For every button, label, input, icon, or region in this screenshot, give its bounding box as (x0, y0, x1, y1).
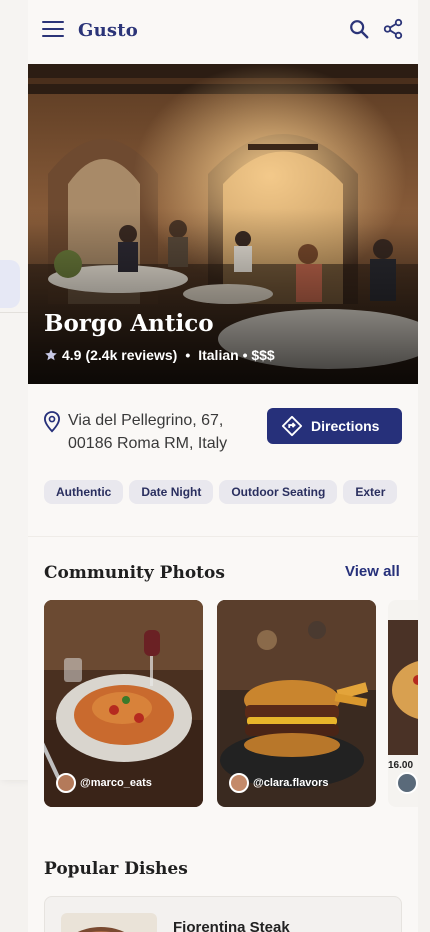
photo-author-handle: @marco_eats (80, 777, 152, 789)
share-icon[interactable] (382, 18, 404, 40)
dish-name: Fiorentina Steak (173, 919, 290, 932)
tag-chip[interactable]: Authentic (44, 480, 124, 504)
search-icon[interactable] (348, 18, 370, 40)
review-count: (2.4k reviews) (85, 347, 178, 363)
right-edge (418, 0, 430, 932)
cuisine-price: Italian • $$$ (198, 347, 275, 363)
restaurant-name: Borgo Antico (44, 310, 214, 337)
directions-label: Directions (311, 418, 380, 434)
menu-icon[interactable] (42, 19, 64, 39)
photo-author[interactable]: @marco_eats (56, 773, 152, 793)
section-divider (28, 536, 418, 537)
meta-separator: • (185, 347, 191, 363)
tag-chip[interactable]: Exter (343, 480, 398, 504)
photo-author-handle: @clara.flavors (253, 777, 329, 789)
dish-thumbnail (61, 913, 157, 932)
steak-photo (61, 913, 157, 932)
top-app-bar: Gusto (28, 0, 418, 64)
community-photo-card[interactable]: @clara.flavors (217, 600, 376, 807)
address-line-1: Via del Pellegrino, 67, (68, 412, 224, 429)
view-all-link[interactable]: View all (345, 563, 400, 580)
hero-image: Borgo Antico 4.9 (2.4k reviews) • Italia… (28, 64, 418, 384)
location-pin-icon (43, 411, 61, 433)
popular-dishes-title: Popular Dishes (44, 859, 188, 879)
peek-price: 16.00 (388, 760, 414, 771)
tag-chips: Authentic Date Night Outdoor Seating Exter (44, 480, 402, 504)
directions-icon (281, 415, 303, 437)
rating-value: 4.9 (62, 347, 82, 363)
avatar (229, 773, 249, 793)
drawer-active-item[interactable] (0, 260, 20, 308)
photo-author[interactable]: @clara.flavors (229, 773, 329, 793)
restaurant-detail-screen: Gusto Borgo Antico 4.9 (2.4k reviews) • … (28, 0, 418, 932)
app-brand: Gusto (78, 20, 138, 41)
tag-chip[interactable]: Date Night (129, 480, 214, 504)
tag-chip[interactable]: Outdoor Seating (219, 480, 338, 504)
address-line-2: 00186 Roma RM, Italy (68, 435, 228, 452)
avatar (396, 772, 418, 794)
community-photo-card[interactable]: @marco_eats (44, 600, 203, 807)
drawer-divider (0, 312, 28, 313)
community-photos-title: Community Photos (44, 563, 225, 583)
star-icon (45, 349, 57, 361)
avatar (56, 773, 76, 793)
directions-button[interactable]: Directions (267, 408, 402, 444)
restaurant-address: Via del Pellegrino, 67, 00186 Roma RM, I… (68, 409, 258, 455)
restaurant-meta: 4.9 (2.4k reviews) • Italian • $$$ (44, 347, 275, 363)
dish-card[interactable]: Fiorentina Steak (44, 896, 402, 932)
navigation-drawer-edge[interactable] (0, 0, 28, 780)
